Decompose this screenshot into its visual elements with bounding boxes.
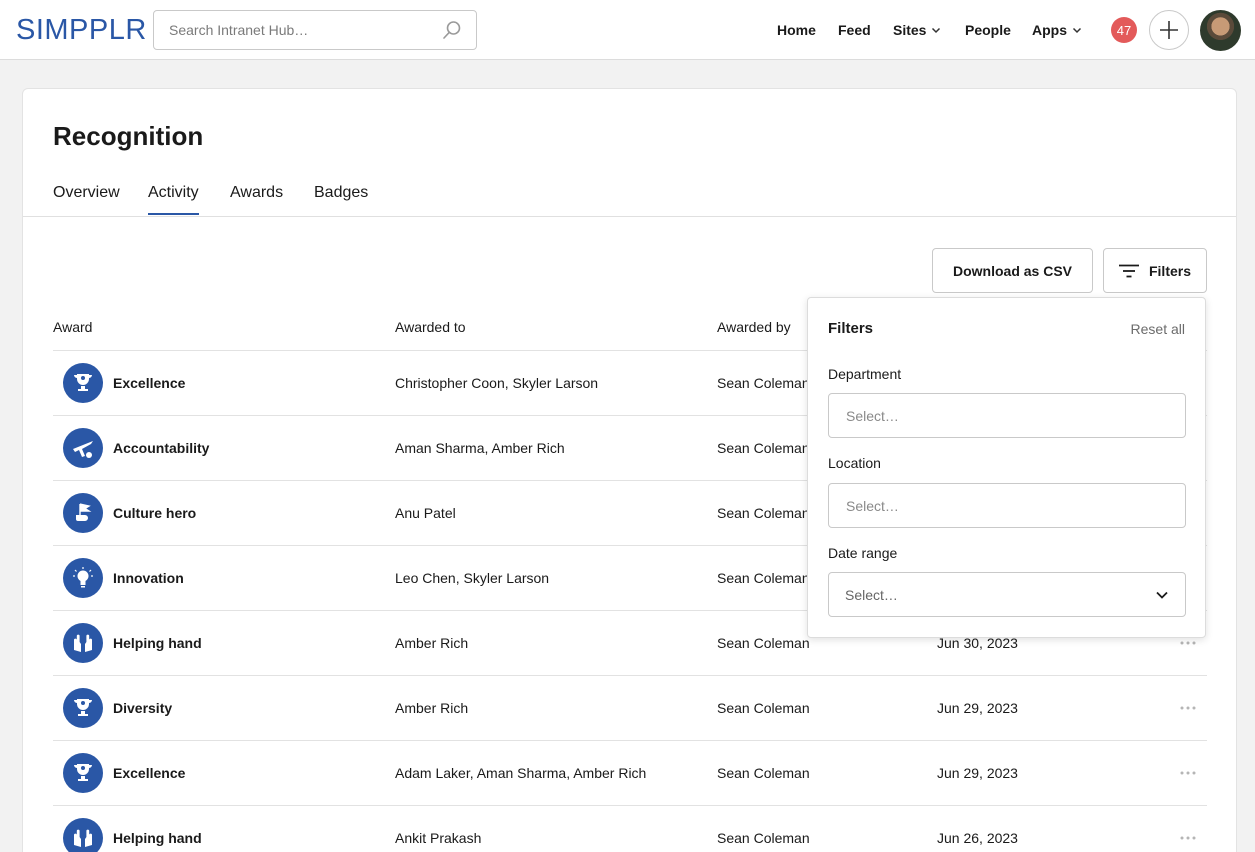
award-name: Accountability: [113, 440, 210, 456]
filters-panel-title: Filters: [828, 320, 874, 337]
awarded-to: Leo Chen, Skyler Larson: [395, 570, 550, 586]
search-icon[interactable]: [442, 20, 462, 40]
tab-divider: [23, 216, 1236, 217]
filters-button-label: Filters: [1148, 262, 1191, 279]
awarded-to: Anu Patel: [395, 505, 456, 521]
filter-icon: [1118, 264, 1139, 277]
tab-awards[interactable]: Awards: [230, 184, 283, 213]
hands-icon: [63, 623, 103, 663]
awarded-by: Sean Coleman: [717, 765, 810, 781]
trophy-icon: [63, 688, 103, 728]
awarded-to: Amber Rich: [395, 635, 469, 651]
department-field[interactable]: [828, 393, 1186, 438]
award-name: Innovation: [113, 570, 184, 586]
awarded-by: Sean Coleman: [717, 375, 810, 391]
download-csv-label: Download as CSV: [952, 262, 1073, 279]
awarded-by: Sean Coleman: [717, 830, 810, 846]
nav-apps-label: Apps: [1032, 22, 1067, 38]
award-name: Excellence: [113, 375, 186, 391]
award-name: Helping hand: [113, 830, 202, 846]
chevron-down-icon: [1072, 27, 1082, 34]
awarded-by: Sean Coleman: [717, 440, 810, 456]
nav-people[interactable]: People: [965, 21, 1011, 39]
tab-overview[interactable]: Overview: [53, 184, 120, 213]
location-field[interactable]: [828, 483, 1186, 528]
nav-sites-label: Sites: [893, 22, 927, 38]
date-range-select[interactable]: Select…: [828, 572, 1186, 617]
trophy-icon: [63, 363, 103, 403]
plus-icon: [1160, 21, 1178, 39]
nav-home-label: Home: [777, 22, 816, 38]
simpplr-logo[interactable]: SIMPPLR: [16, 13, 147, 47]
notification-badge[interactable]: 47: [1111, 17, 1137, 43]
awarded-by: Sean Coleman: [717, 700, 810, 716]
date-range-value: Select…: [845, 587, 898, 603]
department-label: Department: [828, 366, 902, 382]
location-label: Location: [828, 455, 881, 471]
more-options-icon[interactable]: [1179, 765, 1197, 781]
date-range-label: Date range: [828, 545, 898, 561]
filters-button[interactable]: Filters: [1103, 248, 1207, 293]
chevron-down-icon: [932, 27, 941, 34]
reset-all-link[interactable]: Reset all: [1131, 321, 1185, 337]
user-avatar[interactable]: [1200, 10, 1241, 51]
award-name: Culture hero: [113, 505, 197, 521]
awarded-to: Adam Laker, Aman Sharma, Amber Rich: [395, 765, 647, 781]
awarded-to: Aman Sharma, Amber Rich: [395, 440, 565, 456]
filters-panel: Filters Reset all Department Location Da…: [807, 297, 1206, 638]
column-header-awarded-to[interactable]: Awarded to: [395, 319, 466, 335]
hands-icon: [63, 818, 103, 852]
table-row[interactable]: Diversity Amber Rich Sean Coleman Jun 29…: [53, 675, 1207, 740]
nav-people-label: People: [965, 22, 1011, 38]
awarded-by: Sean Coleman: [717, 505, 810, 521]
table-row[interactable]: Helping hand Ankit Prakash Sean Coleman …: [53, 805, 1207, 852]
nav-feed[interactable]: Feed: [838, 21, 871, 39]
nav-apps[interactable]: Apps: [1032, 21, 1082, 39]
tab-badges[interactable]: Badges: [314, 184, 368, 213]
more-options-icon[interactable]: [1179, 830, 1197, 846]
awarded-by: Sean Coleman: [717, 635, 810, 651]
awarded-to: Ankit Prakash: [395, 830, 482, 846]
awarded-to: Christopher Coon, Skyler Larson: [395, 375, 599, 391]
award-name: Helping hand: [113, 635, 202, 651]
nav-sites[interactable]: Sites: [893, 21, 941, 39]
more-options-icon[interactable]: [1179, 700, 1197, 716]
award-date: Jun 29, 2023: [937, 700, 1018, 716]
nav-feed-label: Feed: [838, 22, 871, 38]
create-button[interactable]: [1149, 10, 1189, 50]
lightbulb-icon: [63, 558, 103, 598]
column-header-awarded-by[interactable]: Awarded by: [717, 319, 791, 335]
awarded-by: Sean Coleman: [717, 570, 810, 586]
trophy-icon: [63, 753, 103, 793]
top-bar: SIMPPLR Home Feed Sites People Apps 47: [0, 0, 1255, 60]
award-date: Jun 29, 2023: [937, 765, 1018, 781]
search-box[interactable]: [153, 10, 477, 50]
page-title: Recognition: [53, 121, 204, 151]
tab-activity[interactable]: Activity: [148, 184, 199, 215]
flag-hand-icon: [63, 493, 103, 533]
nav-home[interactable]: Home: [777, 21, 816, 39]
column-header-award[interactable]: Award: [53, 319, 92, 335]
awarded-to: Amber Rich: [395, 700, 469, 716]
table-row[interactable]: Excellence Adam Laker, Aman Sharma, Ambe…: [53, 740, 1207, 805]
award-name: Diversity: [113, 700, 173, 716]
search-input[interactable]: [155, 12, 435, 48]
award-name: Excellence: [113, 765, 186, 781]
chevron-down-icon: [1156, 591, 1168, 599]
airplane-icon: [63, 428, 103, 468]
download-csv-button[interactable]: Download as CSV: [932, 248, 1093, 293]
award-date: Jun 26, 2023: [937, 830, 1018, 846]
